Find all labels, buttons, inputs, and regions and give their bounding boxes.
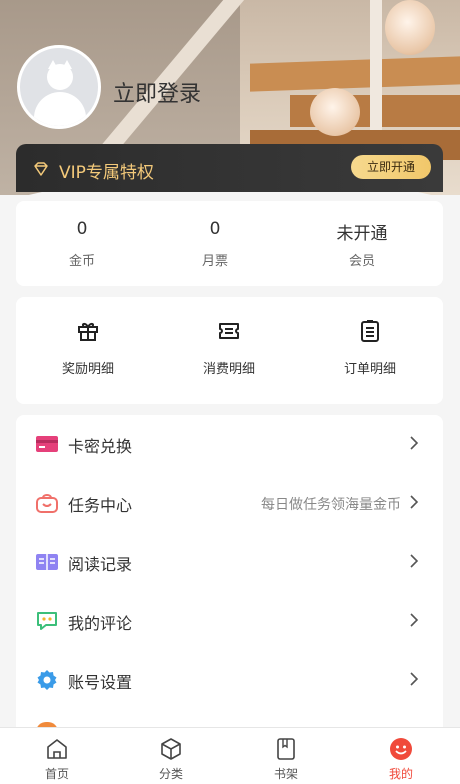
banner-rail	[370, 0, 382, 130]
shortcut-label: 奖励明细	[61, 362, 114, 377]
avatar[interactable]	[17, 45, 101, 129]
ticket-icon	[219, 323, 239, 339]
banner-cat	[385, 0, 435, 55]
card-icon	[36, 436, 58, 452]
avatar-head	[47, 64, 73, 90]
menu-item-hint: 每日做任务领海量金币	[261, 497, 401, 513]
chevron-right-icon	[410, 436, 419, 450]
menu-item-label: 账号设置	[68, 673, 133, 692]
bookshelf-icon	[277, 738, 295, 760]
chevron-right-icon	[410, 672, 419, 686]
vip-open-button[interactable]: 立即开通	[351, 155, 431, 179]
settings-menu-card: 卡密兑换 任务中心 每日做任务领海量金币 阅读记录 我的评论 账号设置	[16, 415, 443, 735]
stat-label: 金币	[68, 254, 95, 269]
banner-stair	[250, 56, 460, 92]
login-link[interactable]: 立即登录	[113, 76, 201, 108]
menu-item-label: 卡密兑换	[68, 437, 133, 456]
banner-cat	[310, 88, 360, 136]
stat-membership[interactable]: 未开通 会员	[292, 219, 432, 269]
home-icon	[47, 739, 67, 759]
menu-item-my-comments[interactable]: 我的评论	[16, 592, 443, 651]
vip-banner[interactable]: VIP专属特权 立即开通	[16, 144, 443, 192]
tab-label: 我的	[388, 767, 413, 781]
menu-item-label: 我的评论	[68, 614, 133, 633]
menu-item-label: 任务中心	[68, 496, 133, 515]
chevron-right-icon	[410, 613, 419, 627]
task-bag-icon	[36, 494, 58, 513]
gift-icon	[78, 323, 98, 341]
account-stats-card: 0 金币 0 月票 未开通 会员	[16, 201, 443, 286]
stat-value: 0	[209, 219, 221, 239]
tab-label: 书架	[273, 767, 298, 781]
shortcut-grid-card: 奖励明细 消费明细 订单明细	[16, 297, 443, 404]
tab-label: 首页	[44, 767, 69, 781]
shortcut-order-details[interactable]: 订单明细	[300, 319, 440, 377]
book-icon	[36, 554, 58, 570]
tab-category[interactable]: 分类	[141, 737, 201, 782]
settings-icon	[37, 670, 57, 690]
vip-title: VIP专属特权	[59, 163, 154, 183]
tab-home[interactable]: 首页	[27, 737, 87, 782]
stat-label: 会员	[348, 254, 375, 269]
tab-bookshelf[interactable]: 书架	[256, 737, 316, 782]
shortcut-reward-details[interactable]: 奖励明细	[18, 319, 158, 377]
stat-value: 0	[76, 219, 88, 239]
order-list-icon	[361, 320, 379, 342]
menu-item-account-settings[interactable]: 账号设置	[16, 651, 443, 710]
stat-coins[interactable]: 0 金币	[12, 219, 152, 269]
chevron-right-icon	[410, 554, 419, 568]
stat-value: 未开通	[336, 224, 388, 244]
menu-item-card-redeem[interactable]: 卡密兑换	[16, 415, 443, 474]
stat-monthly-tickets[interactable]: 0 月票	[145, 219, 285, 269]
category-icon	[161, 738, 181, 760]
stat-label: 月票	[201, 254, 228, 269]
menu-item-task-center[interactable]: 任务中心 每日做任务领海量金币	[16, 474, 443, 533]
menu-item-reading-history[interactable]: 阅读记录	[16, 533, 443, 592]
chevron-right-icon	[410, 495, 419, 509]
tab-mine[interactable]: 我的	[371, 737, 431, 782]
shortcut-label: 订单明细	[343, 362, 396, 377]
profile-smile-icon	[390, 738, 412, 760]
shortcut-spending-details[interactable]: 消费明细	[159, 319, 299, 377]
avatar-body	[34, 92, 86, 126]
bottom-tab-bar: 首页 分类 书架 我的	[0, 727, 460, 784]
comment-icon	[37, 612, 57, 630]
diamond-icon	[34, 162, 48, 176]
shortcut-label: 消费明细	[202, 362, 255, 377]
menu-item-label: 阅读记录	[68, 555, 133, 574]
tab-label: 分类	[158, 767, 183, 781]
